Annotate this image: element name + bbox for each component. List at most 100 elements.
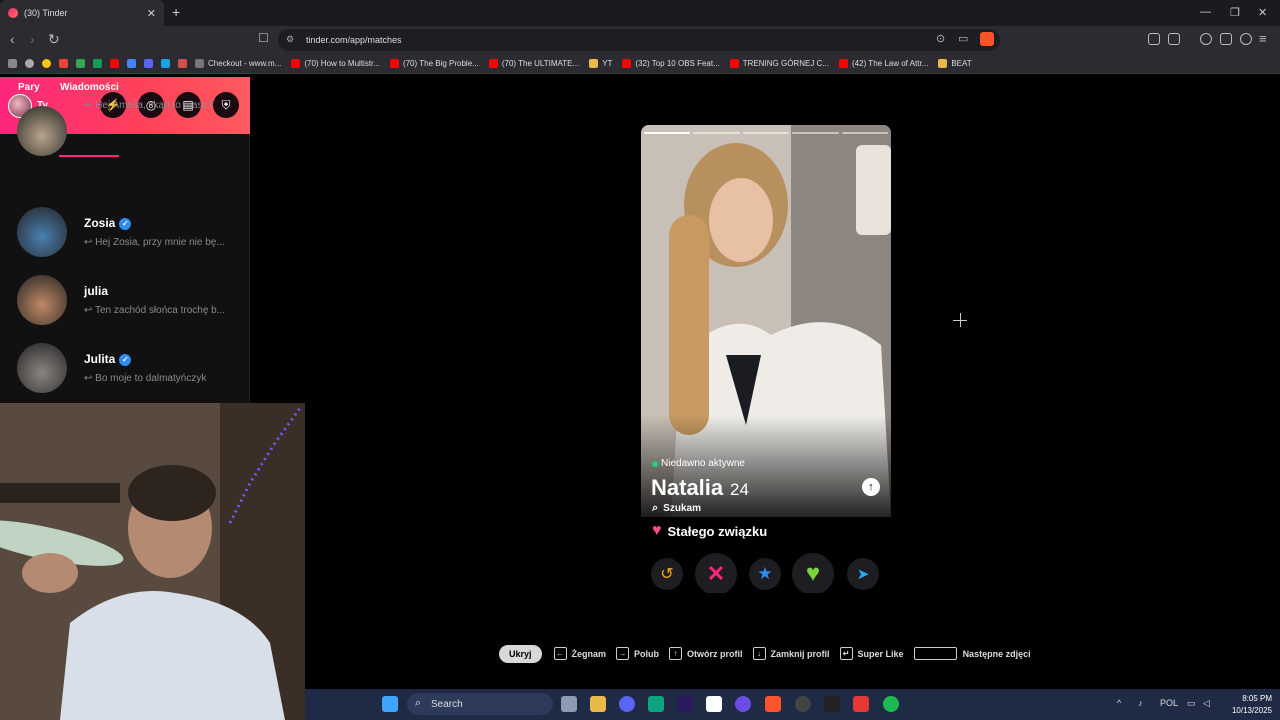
bookmark-list: Checkout - www.m... (70) How to Multistr.… (195, 59, 982, 68)
bookmark-item[interactable]: (32) Top 10 OBS Feat... (622, 59, 720, 68)
hide-shortcuts-button[interactable]: Ukryj (499, 644, 542, 663)
clock[interactable]: 8:05 PM 10/13/2025 (1232, 693, 1272, 717)
tab-matches[interactable]: Pary (18, 82, 40, 93)
bookmark-item[interactable]: (70) How to Multistr... (291, 59, 380, 68)
app-icon[interactable] (735, 696, 751, 712)
youtube-icon (729, 59, 739, 68)
avatar[interactable] (17, 106, 67, 156)
forward-icon[interactable]: › (30, 31, 35, 47)
like-button[interactable]: ♥ (792, 553, 834, 593)
language-indicator[interactable]: POL (1160, 698, 1178, 708)
bookmark-label: Checkout - www.m... (208, 59, 282, 68)
menu-icon[interactable]: ≡ (1259, 31, 1267, 46)
capcut-icon[interactable] (706, 696, 722, 712)
bookmark-icon[interactable]: ☐ (258, 31, 269, 45)
obs-icon[interactable] (795, 696, 811, 712)
bookmark-item[interactable]: TRENING GÓRNEJ C... (729, 59, 829, 68)
microphone-icon[interactable]: ♪ (1138, 698, 1143, 708)
docs-icon[interactable] (127, 59, 136, 68)
spotify-icon[interactable] (883, 696, 899, 712)
recorder-icon[interactable] (853, 696, 869, 712)
brave-shield-icon[interactable] (980, 32, 994, 46)
maximize-icon[interactable]: ❐ (1230, 6, 1240, 19)
bookmark-item[interactable]: (70) The Big Proble... (389, 59, 479, 68)
gmail-icon[interactable] (59, 59, 68, 68)
shortcut-key: → (616, 647, 630, 660)
bookmark-label: (70) The ULTIMATE... (501, 59, 580, 68)
volume-icon[interactable]: ◁ (1203, 698, 1210, 709)
youtube-icon (291, 59, 301, 68)
sidebar-toggle-icon[interactable] (1220, 33, 1232, 45)
extensions-icon[interactable] (1148, 33, 1160, 45)
bookmark-item[interactable]: Checkout - www.m... (195, 59, 281, 68)
avatar[interactable] (17, 207, 67, 257)
discord-icon[interactable] (619, 696, 635, 712)
rewind-button[interactable]: ↺ (651, 558, 683, 590)
location-icon[interactable]: ⊙ (936, 32, 945, 45)
photo-progress-segment[interactable] (644, 132, 691, 134)
music-icon[interactable] (1200, 33, 1212, 45)
reload-icon[interactable]: ↻ (48, 31, 60, 48)
sheets-icon[interactable] (93, 59, 102, 68)
nope-button[interactable]: ✕ (695, 553, 737, 593)
photo-progress-segment[interactable] (742, 132, 790, 134)
conversation-item[interactable]: Julita ✓ ↩ Bo moje to dalmatyńczyk (0, 340, 250, 408)
site-info-icon[interactable]: ⚙ (286, 34, 294, 45)
windows-start-icon[interactable] (382, 696, 398, 712)
apps-grid-icon[interactable] (8, 59, 17, 68)
minimize-icon[interactable]: — (1200, 6, 1211, 18)
close-window-icon[interactable]: ✕ (1258, 6, 1267, 19)
taskbar-search[interactable]: ⌕ Search (407, 693, 553, 715)
bookmark-favicon-2[interactable] (144, 59, 153, 68)
conversation-item[interactable]: julia ↩ Ten zachód słońca trochę b... (0, 272, 250, 340)
drive-icon[interactable] (76, 59, 85, 68)
photo-progress-segment[interactable] (841, 132, 888, 134)
terminal-icon[interactable] (824, 696, 840, 712)
bookmark-favicon-3[interactable] (161, 59, 170, 68)
file-explorer-icon[interactable] (590, 696, 606, 712)
tab-messages[interactable]: Wiadomości (60, 82, 119, 93)
shortcut-label: Super Like (857, 648, 904, 659)
photo-progress-segment[interactable] (792, 132, 839, 134)
bookmark-item[interactable]: BEAT (938, 59, 972, 68)
open-profile-icon[interactable]: ↑ (862, 478, 880, 496)
conversation-item[interactable]: Zosia ✓ ↩ Hej Zosia, przy mnie nie bę... (0, 204, 250, 272)
browser-tab[interactable]: (30) Tinder ✕ (0, 0, 164, 26)
vpn-icon[interactable] (1240, 33, 1252, 45)
network-icon[interactable]: ▭ (1187, 698, 1196, 709)
bookmark-favicon-1[interactable] (42, 59, 51, 68)
bookmark-item[interactable]: YT (589, 59, 612, 68)
cursor-crosshair-v (960, 313, 961, 327)
boost-button[interactable]: ➤ (847, 558, 879, 590)
photo-progress-segment[interactable] (693, 132, 740, 134)
chatgpt-icon[interactable] (648, 696, 664, 712)
cast-icon[interactable]: ▭ (958, 32, 968, 45)
verified-badge-icon: ✓ (119, 354, 132, 366)
reply-icon: ↩ (84, 100, 96, 111)
superlike-button[interactable]: ★ (749, 558, 781, 590)
bookmark-favicon-4[interactable] (178, 59, 187, 68)
conversation-name-text: Zosia (84, 216, 116, 230)
tray-chevron-icon[interactable]: ^ (1117, 698, 1121, 708)
avatar[interactable] (17, 275, 67, 325)
back-icon[interactable]: ‹ (10, 31, 15, 47)
wallet-icon[interactable] (1168, 33, 1180, 45)
premiere-icon[interactable] (677, 696, 693, 712)
bookmark-item[interactable]: (70) The ULTIMATE... (488, 59, 580, 68)
new-tab-icon[interactable]: + (172, 4, 180, 20)
apple-icon[interactable] (25, 59, 34, 68)
bookmarks-bar: Checkout - www.m... (70) How to Multistr.… (0, 54, 1280, 74)
taskbar-search-label: Search (431, 698, 463, 710)
youtube-icon[interactable] (110, 59, 119, 68)
bookmark-item[interactable]: (42) The Law of Attr... (839, 59, 928, 68)
task-view-icon[interactable] (561, 696, 577, 712)
brave-icon[interactable] (765, 696, 781, 712)
close-tab-icon[interactable]: ✕ (147, 7, 156, 20)
conversation-preview-text: Ten zachód słońca trochę b... (94, 305, 226, 316)
url-bar[interactable]: ⚙ tinder.com/app/matches ⊙ ▭ (278, 29, 1000, 51)
shortcut-label: Żegnam (571, 648, 607, 659)
url-text: tinder.com/app/matches (306, 35, 402, 45)
avatar[interactable] (17, 343, 67, 393)
conversation-item[interactable]: ↩ Hej Amelia, skąd to masz? (0, 100, 250, 211)
profile-card[interactable]: Niedawno aktywne Natalia 24 ↑ ⌕ Szukam ♥… (641, 125, 891, 593)
